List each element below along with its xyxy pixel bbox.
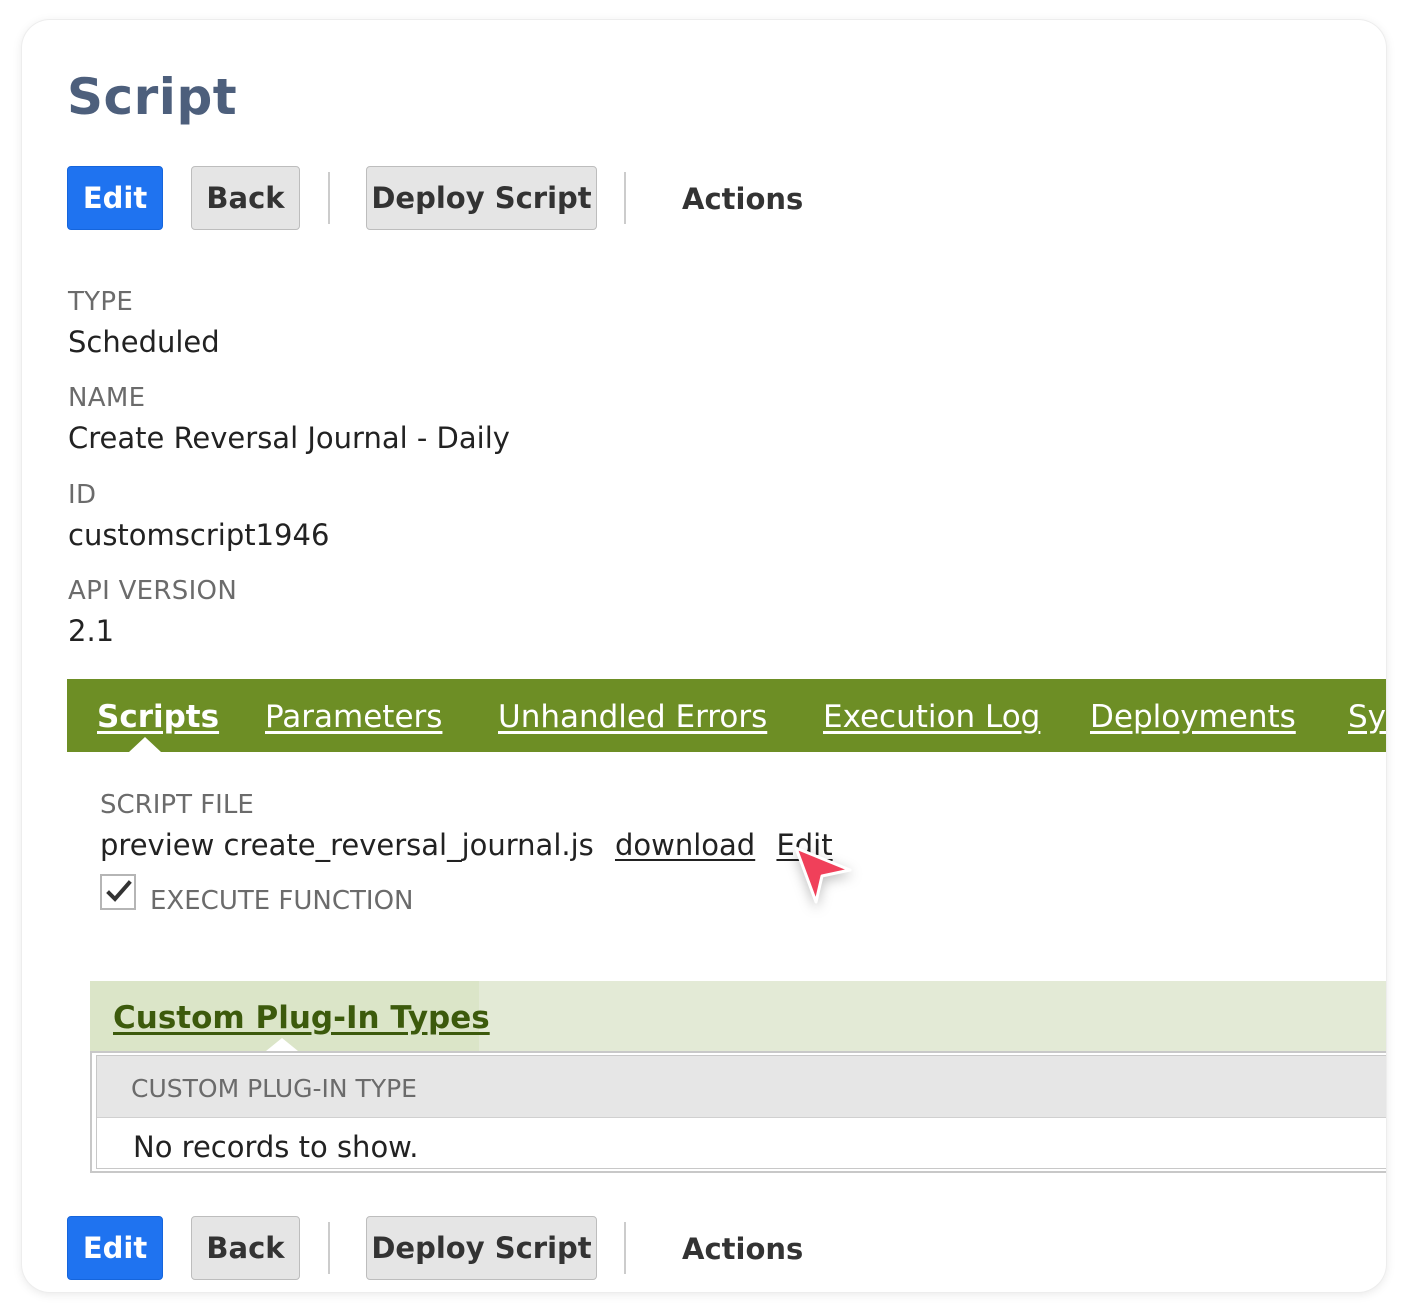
toolbar-divider (624, 172, 626, 224)
script-record-card: Script Edit Back Deploy Script Actions T… (22, 20, 1386, 1292)
type-label: TYPE (68, 287, 134, 317)
pointer-cursor-icon (794, 846, 852, 904)
id-label: ID (68, 480, 97, 510)
toolbar-divider (328, 172, 330, 224)
plugin-subtab-strip: Custom Plug-In Types (90, 981, 1386, 1051)
top-toolbar: Edit Back Deploy Script Actions (67, 166, 967, 230)
tab-unhandled-errors[interactable]: Unhandled Errors (498, 679, 767, 752)
page-title: Script (67, 68, 238, 126)
toolbar-divider (328, 1222, 330, 1274)
tab-parameters[interactable]: Parameters (265, 679, 442, 752)
subtab-bar: Scripts Parameters Unhandled Errors Exec… (67, 679, 1386, 752)
active-subtab-pointer (266, 1038, 298, 1051)
execute-function-label: EXECUTE FUNCTION (150, 886, 414, 916)
back-button[interactable]: Back (191, 166, 300, 230)
checkmark-icon (106, 880, 132, 902)
tab-execution-log[interactable]: Execution Log (823, 679, 1040, 752)
script-file-row: preview create_reversal_journal.js downl… (100, 828, 833, 862)
tab-deployments[interactable]: Deployments (1090, 679, 1296, 752)
actions-menu[interactable]: Actions (682, 1216, 803, 1280)
execute-function-checkbox[interactable] (100, 874, 136, 910)
edit-button[interactable]: Edit (67, 166, 163, 230)
api-version-value: 2.1 (68, 614, 115, 648)
empty-table-message: No records to show. (133, 1130, 419, 1164)
plugin-types-table-inner: CUSTOM PLUG-IN TYPE No records to show. (96, 1055, 1386, 1169)
tab-custom-plugin-types[interactable]: Custom Plug-In Types (113, 981, 490, 1055)
api-version-label: API VERSION (68, 576, 238, 606)
name-value: Create Reversal Journal - Daily (68, 421, 510, 455)
toolbar-divider (624, 1222, 626, 1274)
column-header-custom-plugin-type[interactable]: CUSTOM PLUG-IN TYPE (131, 1056, 417, 1122)
tab-system-information[interactable]: System Information (1348, 679, 1386, 752)
script-file-preview[interactable]: preview create_reversal_journal.js (100, 828, 594, 862)
plugin-types-table: CUSTOM PLUG-IN TYPE No records to show. (90, 1051, 1386, 1173)
id-value: customscript1946 (68, 518, 330, 552)
actions-menu[interactable]: Actions (682, 166, 803, 230)
download-link[interactable]: download (615, 828, 755, 862)
deploy-script-button[interactable]: Deploy Script (366, 1216, 597, 1280)
script-file-label: SCRIPT FILE (100, 790, 254, 820)
name-label: NAME (68, 383, 146, 413)
edit-button[interactable]: Edit (67, 1216, 163, 1280)
table-header: CUSTOM PLUG-IN TYPE (97, 1056, 1386, 1118)
back-button[interactable]: Back (191, 1216, 300, 1280)
plugin-subtab[interactable]: Custom Plug-In Types (90, 981, 490, 1051)
active-tab-pointer (129, 737, 161, 752)
type-value: Scheduled (68, 325, 220, 359)
deploy-script-button[interactable]: Deploy Script (366, 166, 597, 230)
bottom-toolbar: Edit Back Deploy Script Actions (67, 1216, 967, 1280)
